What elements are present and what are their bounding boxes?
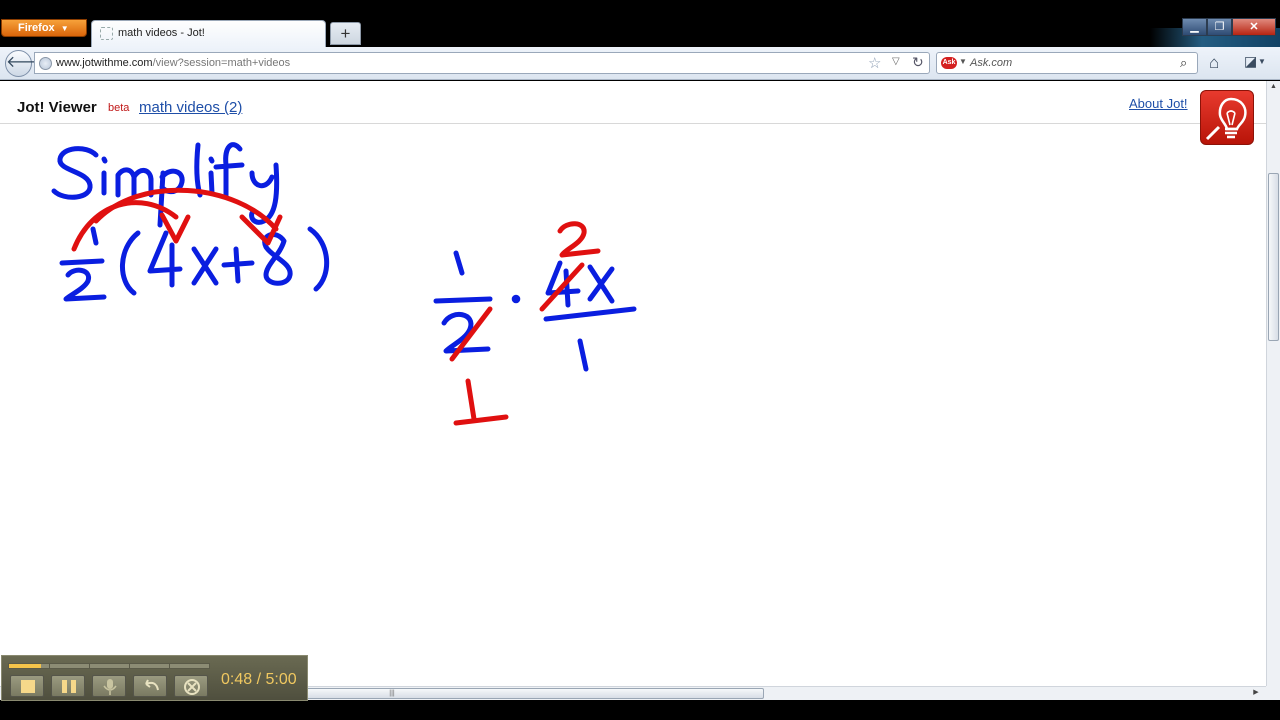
- navigation-toolbar: 🡐 www.jotwithme.com/view?session=math+vi…: [0, 47, 1280, 80]
- session-link[interactable]: math videos (2): [139, 99, 242, 116]
- beta-badge: beta: [108, 102, 130, 114]
- time-separator: /: [252, 671, 266, 688]
- addon-bar-icon[interactable]: ◪: [1244, 53, 1257, 70]
- search-icon[interactable]: ⌕: [1180, 55, 1187, 71]
- tab-title: math videos - Jot!: [118, 27, 205, 39]
- undo-icon: [145, 679, 159, 691]
- scroll-right-icon[interactable]: ▶: [1250, 688, 1262, 700]
- app-header: Jot! Viewer beta math videos (2) About J…: [0, 81, 1266, 145]
- cancel-icon: [184, 679, 200, 695]
- app-title: Jot! Viewer: [17, 99, 97, 116]
- red-ink: [71, 187, 601, 426]
- undo-button[interactable]: [133, 675, 167, 697]
- screen-recorder-panel: 0:48 / 5:00: [1, 655, 308, 701]
- page-content: Jot! Viewer beta math videos (2) About J…: [0, 81, 1266, 686]
- tab-math-videos[interactable]: math videos - Jot!: [91, 20, 326, 47]
- pause-button[interactable]: [51, 675, 85, 697]
- history-dropdown-icon[interactable]: ▽: [892, 56, 900, 67]
- total-time: 5:00: [265, 671, 297, 688]
- new-tab-button[interactable]: +: [330, 22, 361, 45]
- reload-icon[interactable]: ↻: [912, 54, 924, 71]
- scroll-up-icon[interactable]: ▲: [1267, 83, 1280, 95]
- search-bar[interactable]: Ask ▼ Ask.com ⌕: [936, 52, 1198, 74]
- pause-icon: [62, 680, 76, 693]
- url-host: www.jotwithme.com: [56, 57, 153, 69]
- recording-progress-bar[interactable]: [8, 663, 210, 669]
- about-link[interactable]: About Jot!: [1129, 96, 1188, 111]
- search-input[interactable]: Ask.com: [970, 57, 1012, 69]
- elapsed-time: 0:48: [221, 671, 253, 688]
- blank-page-icon: [100, 27, 113, 40]
- cancel-recording-button[interactable]: [174, 675, 208, 697]
- close-window-button[interactable]: ✕: [1232, 18, 1276, 36]
- bottom-letterbox: [0, 700, 1280, 720]
- chevron-down-icon: ▼: [60, 24, 69, 33]
- recording-time: 0:48 / 5:00: [221, 671, 297, 689]
- url-text: www.jotwithme.com/view?session=math+vide…: [56, 57, 290, 69]
- blue-ink: [51, 142, 637, 372]
- url-path: /view?session=math+videos: [152, 57, 291, 69]
- screen: Firefox ▼ math videos - Jot! + ▁ ❐ ✕ 🡐 ww…: [0, 0, 1280, 720]
- recording-progress-fill: [9, 664, 41, 668]
- restore-button[interactable]: ❐: [1207, 18, 1232, 36]
- chevron-down-icon[interactable]: ▼: [1258, 57, 1266, 66]
- whiteboard-canvas: [51, 142, 637, 426]
- scroll-corner: [1266, 686, 1280, 700]
- address-bar[interactable]: www.jotwithme.com/view?session=math+vide…: [34, 52, 930, 74]
- progress-divider: [129, 664, 130, 668]
- bookmark-star-icon[interactable]: ☆: [868, 54, 881, 72]
- home-icon[interactable]: ⌂: [1209, 53, 1219, 73]
- minimize-button[interactable]: ▁: [1182, 18, 1207, 36]
- globe-icon: [39, 57, 52, 70]
- progress-divider: [169, 664, 170, 668]
- stop-button[interactable]: [10, 675, 44, 697]
- title-bar: Firefox ▼ math videos - Jot! + ▁ ❐ ✕: [0, 0, 1280, 47]
- firefox-menu-label: Firefox: [18, 22, 55, 34]
- firefox-menu-button[interactable]: Firefox ▼: [1, 19, 87, 37]
- stop-icon: [21, 680, 35, 693]
- ask-engine-icon[interactable]: Ask: [941, 57, 957, 69]
- microphone-button[interactable]: [92, 675, 126, 697]
- microphone-icon: [103, 679, 117, 695]
- progress-divider: [89, 664, 90, 668]
- vertical-scrollbar[interactable]: ▲: [1266, 81, 1280, 687]
- engine-dropdown-icon[interactable]: ▼: [959, 57, 967, 66]
- vertical-scroll-thumb[interactable]: [1268, 173, 1279, 341]
- window-controls: ▁ ❐ ✕: [1170, 18, 1280, 38]
- back-button[interactable]: 🡐: [5, 50, 49, 77]
- progress-divider: [49, 664, 50, 668]
